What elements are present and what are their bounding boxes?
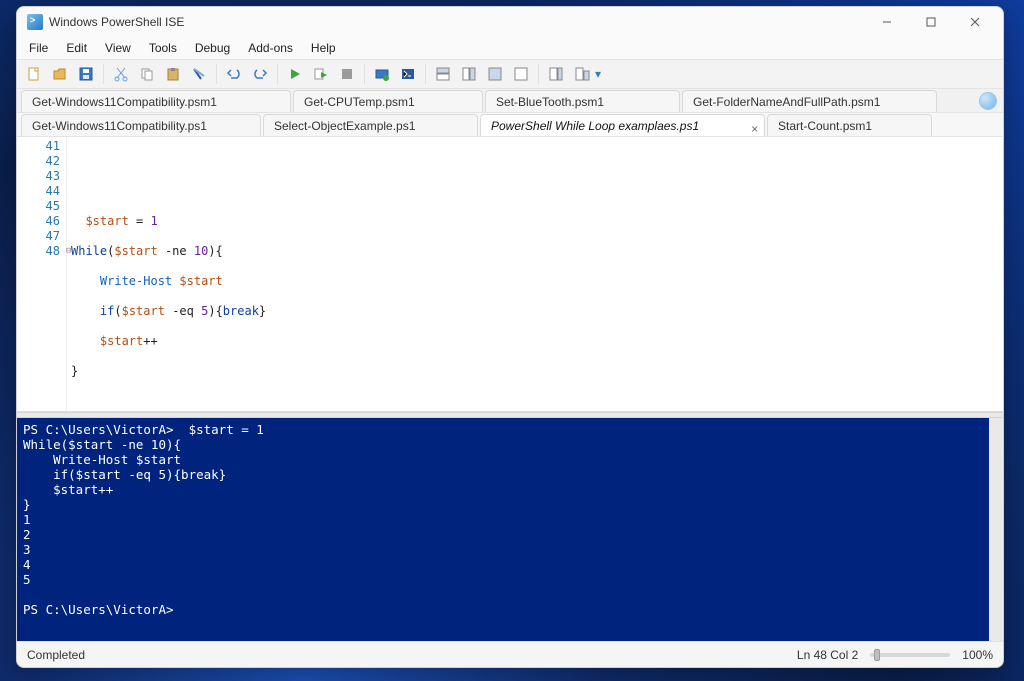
script-editor[interactable]: 41 42 43 44 45 46 47 48 $start = 1 ⊟Whil…: [17, 137, 1003, 412]
line-number: 44: [19, 184, 60, 199]
console-line: }: [23, 497, 31, 512]
line-number-gutter: 41 42 43 44 45 46 47 48: [17, 137, 67, 411]
zoom-level: 100%: [962, 648, 993, 662]
console-line: 5: [23, 572, 31, 587]
scrollbar-thumb[interactable]: [991, 422, 1001, 502]
menu-debug[interactable]: Debug: [187, 39, 238, 57]
remote-tab-icon[interactable]: [371, 63, 393, 85]
stop-icon[interactable]: [336, 63, 358, 85]
line-number: 41: [19, 139, 60, 154]
status-bar: Completed Ln 48 Col 2 100%: [17, 641, 1003, 667]
save-icon[interactable]: [75, 63, 97, 85]
run-selection-icon[interactable]: [310, 63, 332, 85]
app-window: Windows PowerShell ISE File Edit View To…: [16, 6, 1004, 668]
console-line: 2: [23, 527, 31, 542]
window-title: Windows PowerShell ISE: [49, 15, 184, 29]
console-line: PS C:\Users\VictorA>: [23, 602, 181, 617]
toolbar: ▾: [17, 59, 1003, 89]
open-file-icon[interactable]: [49, 63, 71, 85]
script-tab-2[interactable]: PowerShell While Loop examplaes.ps1×: [480, 114, 765, 136]
close-button[interactable]: [953, 7, 997, 37]
console-line: While($start -ne 10){: [23, 437, 181, 452]
zoom-slider[interactable]: [870, 653, 950, 657]
script-tab-1[interactable]: Select-ObjectExample.ps1: [263, 114, 478, 136]
cursor-position: Ln 48 Col 2: [797, 648, 858, 662]
line-number: 47: [19, 229, 60, 244]
script-tabs: Get-Windows11Compatibility.ps1 Select-Ob…: [17, 113, 1003, 137]
layout-right-icon[interactable]: [458, 63, 480, 85]
titlebar[interactable]: Windows PowerShell ISE: [17, 7, 1003, 37]
command-window-icon[interactable]: [571, 63, 593, 85]
copy-icon[interactable]: [136, 63, 158, 85]
tab-label: Get-Windows11Compatibility.psm1: [32, 95, 217, 109]
maximize-button[interactable]: [909, 7, 953, 37]
layout-top-icon[interactable]: [432, 63, 454, 85]
new-file-icon[interactable]: [23, 63, 45, 85]
redo-icon[interactable]: [249, 63, 271, 85]
start-powershell-icon[interactable]: [397, 63, 419, 85]
find-icon[interactable]: [188, 63, 210, 85]
menu-edit[interactable]: Edit: [58, 39, 95, 57]
menu-addons[interactable]: Add-ons: [240, 39, 301, 57]
tab-label: Select-ObjectExample.ps1: [274, 119, 415, 133]
layout-max-icon[interactable]: [484, 63, 506, 85]
menu-tools[interactable]: Tools: [141, 39, 185, 57]
ps-tab-1[interactable]: Get-CPUTemp.psm1: [293, 90, 483, 112]
console-pane[interactable]: PS C:\Users\VictorA> $start = 1 While($s…: [17, 418, 1003, 641]
menubar: File Edit View Tools Debug Add-ons Help: [17, 37, 1003, 59]
console-line: $start++: [23, 482, 113, 497]
paste-icon[interactable]: [162, 63, 184, 85]
command-addon-icon[interactable]: [545, 63, 567, 85]
line-number: 48: [19, 244, 60, 259]
tab-label: Start-Count.psm1: [778, 119, 872, 133]
zoom-slider-thumb[interactable]: [874, 649, 880, 661]
tab-label: Get-CPUTemp.psm1: [304, 95, 415, 109]
console-line: 4: [23, 557, 31, 572]
console-line: Write-Host $start: [23, 452, 181, 467]
undo-icon[interactable]: [223, 63, 245, 85]
tab-label: Get-Windows11Compatibility.ps1: [32, 119, 207, 133]
line-number: 46: [19, 214, 60, 229]
app-icon: [27, 14, 43, 30]
script-tab-0[interactable]: Get-Windows11Compatibility.ps1: [21, 114, 261, 136]
console-line: 3: [23, 542, 31, 557]
script-tab-3[interactable]: Start-Count.psm1: [767, 114, 932, 136]
menu-view[interactable]: View: [97, 39, 139, 57]
tab-label: Set-BlueTooth.psm1: [496, 95, 604, 109]
console-line: PS C:\Users\VictorA> $start = 1: [23, 422, 264, 437]
console-line: if($start -eq 5){break}: [23, 467, 226, 482]
fold-icon[interactable]: ⊟: [66, 244, 71, 259]
tab-label: Get-FolderNameAndFullPath.psm1: [693, 95, 880, 109]
minimize-button[interactable]: [865, 7, 909, 37]
ps-tab-0[interactable]: Get-Windows11Compatibility.psm1: [21, 90, 291, 112]
ps-tab-2[interactable]: Set-BlueTooth.psm1: [485, 90, 680, 112]
powershell-tabs: Get-Windows11Compatibility.psm1 Get-CPUT…: [17, 89, 1003, 113]
toolbar-dropdown-icon[interactable]: ▾: [595, 67, 601, 81]
code-area[interactable]: $start = 1 ⊟While($start -ne 10){ Write-…: [67, 137, 1003, 411]
line-number: 43: [19, 169, 60, 184]
line-number: 42: [19, 154, 60, 169]
menu-help[interactable]: Help: [303, 39, 344, 57]
run-icon[interactable]: [284, 63, 306, 85]
ps-tab-3[interactable]: Get-FolderNameAndFullPath.psm1: [682, 90, 937, 112]
tab-label: PowerShell While Loop examplaes.ps1: [491, 119, 699, 133]
cut-icon[interactable]: [110, 63, 132, 85]
console-line: 1: [23, 512, 31, 527]
line-number: 45: [19, 199, 60, 214]
layout-console-icon[interactable]: [510, 63, 532, 85]
menu-file[interactable]: File: [21, 39, 56, 57]
status-state: Completed: [27, 648, 85, 662]
collapse-script-icon[interactable]: [979, 92, 997, 110]
